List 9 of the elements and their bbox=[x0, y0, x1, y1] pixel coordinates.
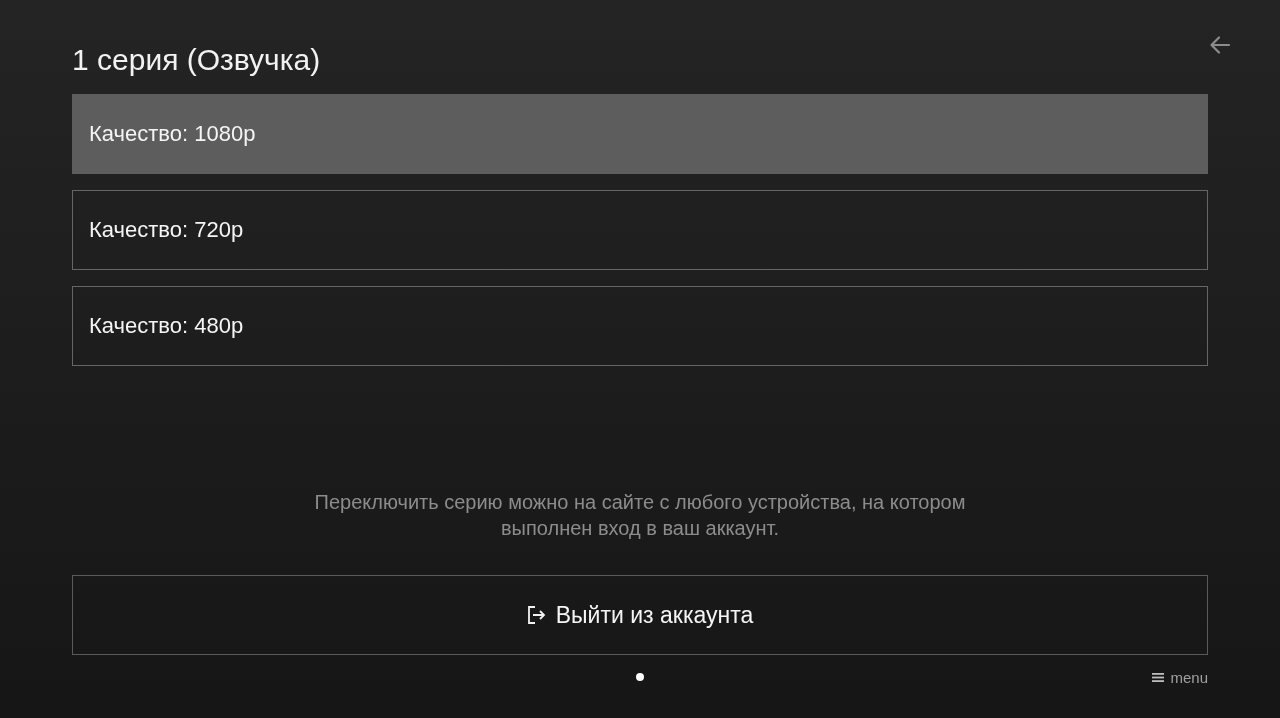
logout-button[interactable]: Выйти из аккаунта bbox=[72, 575, 1208, 655]
quality-option[interactable]: Качество: 720p bbox=[72, 190, 1208, 270]
page-title: 1 серия (Озвучка) bbox=[72, 42, 321, 78]
menu-icon bbox=[1152, 672, 1165, 682]
quality-option[interactable]: Качество: 480p bbox=[72, 286, 1208, 366]
menu-button[interactable]: menu bbox=[1152, 668, 1208, 686]
logout-icon bbox=[526, 605, 547, 625]
hint-text: Переключить серию можно на сайте с любого устройства, на котором выполнен вход в ваш аккаунт. bbox=[313, 490, 967, 541]
quality-option[interactable]: Качество: 1080p bbox=[72, 94, 1208, 174]
